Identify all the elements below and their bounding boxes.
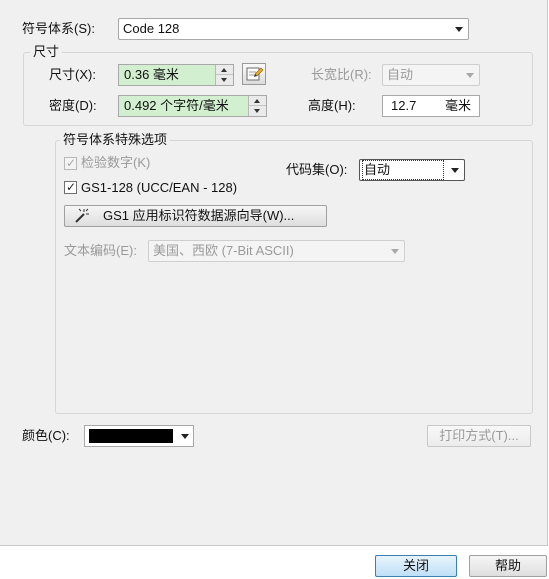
- spin-up-button[interactable]: [216, 65, 233, 75]
- close-button[interactable]: 关闭: [375, 555, 457, 577]
- gs1-label: GS1-128 (UCC/EAN - 128): [81, 180, 238, 195]
- check-digit-label: 检验数字(K): [81, 155, 151, 170]
- gs1-checkbox[interactable]: ✓: [64, 180, 77, 194]
- symbology-value: Code 128: [123, 21, 180, 36]
- chevron-down-icon: [466, 73, 474, 78]
- code-set-select[interactable]: 自动: [359, 159, 465, 181]
- chevron-down-icon: [455, 27, 463, 32]
- height-label: 高度(H):: [308, 98, 356, 113]
- symbology-select[interactable]: Code 128: [118, 18, 469, 40]
- check-digit-checkbox[interactable]: ✓: [64, 156, 77, 170]
- size-group-title: 尺寸: [30, 44, 63, 60]
- chevron-down-icon: [391, 249, 399, 254]
- chevron-down-icon: [181, 434, 189, 439]
- help-button[interactable]: 帮助: [469, 555, 547, 577]
- pencil-edit-icon: [246, 67, 264, 81]
- encoding-label: 文本编码(E):: [64, 243, 137, 258]
- density-label: 密度(D):: [49, 98, 97, 113]
- encoding-select[interactable]: 美国、西欧 (7-Bit ASCII): [148, 240, 405, 262]
- height-value: 12.7: [391, 98, 417, 113]
- gs1-wizard-label: GS1 应用标识符数据源向导(W)...: [103, 208, 295, 223]
- chevron-down-icon: [451, 168, 459, 173]
- color-picker[interactable]: [84, 425, 194, 447]
- code-set-value: 自动: [362, 160, 444, 180]
- size-label: 尺寸(X):: [49, 67, 96, 82]
- size-input[interactable]: 0.36 毫米: [118, 64, 234, 86]
- spin-up-button[interactable]: [249, 96, 266, 106]
- color-swatch: [89, 429, 173, 443]
- spin-down-button[interactable]: [216, 75, 233, 85]
- barcode-dialog: 符号体系(S): Code 128 尺寸 尺寸(X): 0.36 毫米 长宽比(…: [0, 0, 548, 546]
- magic-wand-icon: [75, 208, 89, 223]
- print-method-button[interactable]: 打印方式(T)...: [427, 425, 531, 447]
- density-value: 0.492 个字符/毫米: [124, 98, 229, 113]
- code-set-label: 代码集(O):: [286, 162, 348, 177]
- size-value: 0.36 毫米: [124, 67, 179, 82]
- color-label: 颜色(C):: [22, 428, 70, 443]
- options-group-title: 符号体系特殊选项: [60, 132, 171, 148]
- aspect-label: 长宽比(R):: [311, 67, 372, 82]
- height-input[interactable]: 12.7 毫米: [382, 95, 480, 117]
- height-unit: 毫米: [444, 98, 471, 113]
- symbology-label: 符号体系(S):: [22, 21, 95, 36]
- aspect-select[interactable]: 自动: [382, 64, 480, 86]
- spin-down-button[interactable]: [249, 106, 266, 116]
- encoding-value: 美国、西欧 (7-Bit ASCII): [153, 243, 294, 258]
- density-input[interactable]: 0.492 个字符/毫米: [118, 95, 267, 117]
- aspect-value: 自动: [387, 67, 414, 82]
- edit-size-button[interactable]: [242, 63, 266, 85]
- gs1-wizard-button[interactable]: GS1 应用标识符数据源向导(W)...: [64, 205, 327, 227]
